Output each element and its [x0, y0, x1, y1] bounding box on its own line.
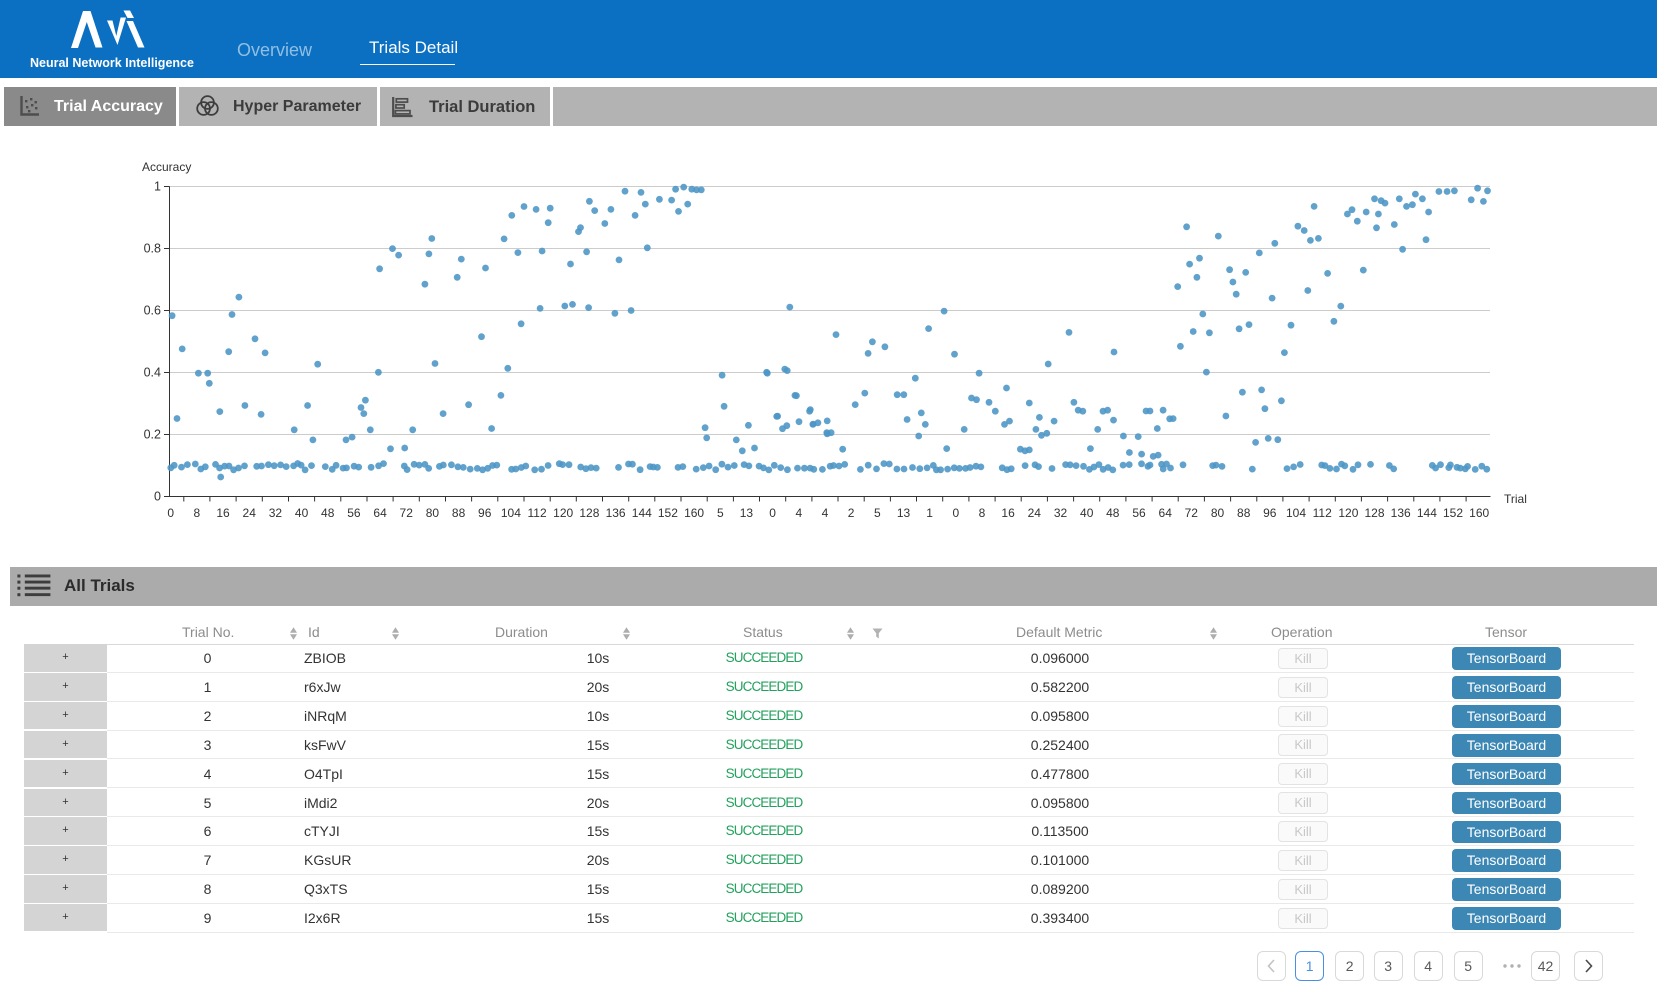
svg-text:72: 72 [400, 506, 414, 520]
svg-text:16: 16 [216, 506, 230, 520]
svg-text:160: 160 [1469, 506, 1489, 520]
svg-text:16: 16 [1001, 506, 1015, 520]
svg-text:0: 0 [167, 506, 174, 520]
svg-text:32: 32 [269, 506, 283, 520]
svg-text:1: 1 [154, 180, 161, 194]
svg-text:64: 64 [1159, 506, 1173, 520]
svg-text:152: 152 [1443, 506, 1463, 520]
svg-text:1: 1 [926, 506, 933, 520]
svg-text:0.2: 0.2 [144, 428, 161, 442]
svg-text:104: 104 [1286, 506, 1306, 520]
svg-text:112: 112 [528, 506, 547, 520]
svg-text:88: 88 [1237, 506, 1251, 520]
svg-text:136: 136 [606, 506, 626, 520]
svg-text:104: 104 [501, 506, 521, 520]
svg-text:24: 24 [1028, 506, 1042, 520]
svg-text:112: 112 [1313, 506, 1332, 520]
svg-text:13: 13 [740, 506, 754, 520]
svg-text:Accuracy: Accuracy [142, 160, 191, 174]
svg-text:96: 96 [1263, 506, 1277, 520]
svg-text:64: 64 [373, 506, 387, 520]
svg-text:48: 48 [321, 506, 335, 520]
svg-text:0.6: 0.6 [144, 304, 161, 318]
svg-text:0.8: 0.8 [144, 242, 161, 256]
svg-text:40: 40 [295, 506, 309, 520]
svg-text:80: 80 [426, 506, 440, 520]
svg-text:72: 72 [1185, 506, 1199, 520]
svg-text:120: 120 [553, 506, 573, 520]
svg-text:56: 56 [1132, 506, 1146, 520]
svg-text:5: 5 [874, 506, 881, 520]
svg-text:88: 88 [452, 506, 466, 520]
svg-text:0: 0 [154, 490, 161, 504]
svg-text:8: 8 [979, 506, 986, 520]
svg-text:2: 2 [848, 506, 855, 520]
svg-text:0: 0 [952, 506, 959, 520]
svg-text:0: 0 [769, 506, 776, 520]
svg-text:Trial: Trial [1504, 492, 1527, 506]
svg-text:96: 96 [478, 506, 492, 520]
svg-text:128: 128 [1364, 506, 1384, 520]
svg-text:80: 80 [1211, 506, 1225, 520]
svg-text:56: 56 [347, 506, 361, 520]
svg-text:144: 144 [632, 506, 652, 520]
svg-text:128: 128 [579, 506, 599, 520]
svg-text:4: 4 [822, 506, 829, 520]
svg-text:4: 4 [795, 506, 802, 520]
svg-text:13: 13 [897, 506, 911, 520]
svg-text:136: 136 [1391, 506, 1411, 520]
svg-text:8: 8 [194, 506, 201, 520]
svg-text:0.4: 0.4 [144, 366, 161, 380]
svg-text:48: 48 [1106, 506, 1120, 520]
svg-text:5: 5 [717, 506, 724, 520]
svg-text:120: 120 [1338, 506, 1358, 520]
svg-text:160: 160 [684, 506, 704, 520]
svg-text:32: 32 [1054, 506, 1068, 520]
svg-text:144: 144 [1417, 506, 1437, 520]
svg-text:40: 40 [1080, 506, 1094, 520]
svg-text:24: 24 [243, 506, 257, 520]
svg-text:152: 152 [658, 506, 678, 520]
